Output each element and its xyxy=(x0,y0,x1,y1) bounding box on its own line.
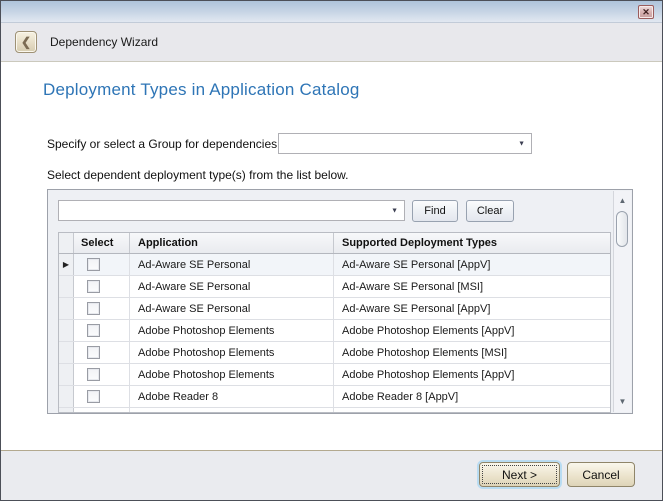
row-checkbox[interactable] xyxy=(87,302,100,315)
row-indicator-cell xyxy=(59,298,74,319)
wizard-content: Deployment Types in Application Catalog … xyxy=(1,62,662,450)
page-title: Deployment Types in Application Catalog xyxy=(43,80,360,100)
application-cell: Adobe Reader 8 xyxy=(130,386,334,407)
wizard-footer: Next > Cancel xyxy=(1,450,662,500)
column-header-deployment-types[interactable]: Supported Deployment Types xyxy=(334,233,610,253)
table-row[interactable]: AimKeys AimKeys [AppV] xyxy=(59,408,610,413)
list-instruction-label: Select dependent deployment type(s) from… xyxy=(47,168,349,182)
deployment-type-cell: Adobe Photoshop Elements [MSI] xyxy=(334,342,610,363)
deployment-type-cell: Adobe Reader 8 [AppV] xyxy=(334,386,610,407)
row-indicator-cell xyxy=(59,320,74,341)
row-checkbox[interactable] xyxy=(87,412,100,413)
deployment-type-cell: Adobe Photoshop Elements [AppV] xyxy=(334,320,610,341)
deployment-type-cell: Ad-Aware SE Personal [AppV] xyxy=(334,254,610,275)
row-indicator-cell: ▶ xyxy=(59,254,74,275)
cancel-button[interactable]: Cancel xyxy=(567,462,635,487)
deployment-type-cell: AimKeys [AppV] xyxy=(334,408,610,413)
row-indicator-cell xyxy=(59,364,74,385)
column-header-application[interactable]: Application xyxy=(130,233,334,253)
dependency-wizard-window: ✕ ❮ Dependency Wizard Deployment Types i… xyxy=(0,0,663,501)
application-cell: Adobe Photoshop Elements xyxy=(130,364,334,385)
table-row[interactable]: Adobe Photoshop Elements Adobe Photoshop… xyxy=(59,342,610,364)
grid-rows: ▶ Ad-Aware SE Personal Ad-Aware SE Perso… xyxy=(59,254,610,413)
row-checkbox[interactable] xyxy=(87,368,100,381)
row-checkbox[interactable] xyxy=(87,258,100,271)
back-arrow-icon: ❮ xyxy=(21,36,31,48)
wizard-title: Dependency Wizard xyxy=(50,35,158,49)
back-button[interactable]: ❮ xyxy=(15,31,37,53)
application-cell: Ad-Aware SE Personal xyxy=(130,276,334,297)
titlebar: ✕ xyxy=(1,1,662,23)
application-cell: Ad-Aware SE Personal xyxy=(130,254,334,275)
current-row-icon: ▶ xyxy=(63,261,69,269)
application-cell: Ad-Aware SE Personal xyxy=(130,298,334,319)
select-cell xyxy=(74,276,130,297)
row-checkbox[interactable] xyxy=(87,346,100,359)
scrollbar-thumb[interactable] xyxy=(616,211,628,247)
row-indicator-cell xyxy=(59,342,74,363)
vertical-scrollbar[interactable]: ▲ ▼ xyxy=(613,191,631,412)
select-cell xyxy=(74,342,130,363)
row-checkbox[interactable] xyxy=(87,324,100,337)
row-indicator-cell xyxy=(59,408,74,413)
find-button[interactable]: Find xyxy=(412,200,458,222)
dropdown-arrow-icon[interactable]: ▼ xyxy=(391,207,398,214)
deployment-list-panel: ▼ Find Clear Select Application Supporte… xyxy=(47,189,633,414)
table-row[interactable]: Ad-Aware SE Personal Ad-Aware SE Persona… xyxy=(59,298,610,320)
deployment-type-cell: Ad-Aware SE Personal [AppV] xyxy=(334,298,610,319)
application-cell: Adobe Photoshop Elements xyxy=(130,320,334,341)
table-row[interactable]: ▶ Ad-Aware SE Personal Ad-Aware SE Perso… xyxy=(59,254,610,276)
table-row[interactable]: Ad-Aware SE Personal Ad-Aware SE Persona… xyxy=(59,276,610,298)
deployment-type-cell: Ad-Aware SE Personal [MSI] xyxy=(334,276,610,297)
wizard-header: ❮ Dependency Wizard xyxy=(1,23,662,62)
select-cell xyxy=(74,364,130,385)
close-button[interactable]: ✕ xyxy=(638,5,654,19)
select-cell xyxy=(74,320,130,341)
row-checkbox[interactable] xyxy=(87,390,100,403)
row-indicator-cell xyxy=(59,386,74,407)
table-row[interactable]: Adobe Photoshop Elements Adobe Photoshop… xyxy=(59,364,610,386)
application-cell: AimKeys xyxy=(130,408,334,413)
deployment-grid: Select Application Supported Deployment … xyxy=(58,232,611,413)
select-cell xyxy=(74,298,130,319)
select-cell xyxy=(74,254,130,275)
close-icon: ✕ xyxy=(642,8,650,17)
group-combobox[interactable]: ▼ xyxy=(278,133,532,154)
row-indicator-cell xyxy=(59,276,74,297)
dropdown-arrow-icon[interactable]: ▼ xyxy=(518,140,525,147)
row-checkbox[interactable] xyxy=(87,280,100,293)
select-cell xyxy=(74,386,130,407)
filter-combobox[interactable]: ▼ xyxy=(58,200,405,221)
scroll-down-icon[interactable]: ▼ xyxy=(614,398,631,406)
row-indicator-header xyxy=(59,233,74,253)
next-button[interactable]: Next > xyxy=(479,462,560,487)
table-row[interactable]: Adobe Photoshop Elements Adobe Photoshop… xyxy=(59,320,610,342)
clear-button[interactable]: Clear xyxy=(466,200,514,222)
scroll-up-icon[interactable]: ▲ xyxy=(614,197,631,205)
group-label: Specify or select a Group for dependenci… xyxy=(47,137,277,151)
application-cell: Adobe Photoshop Elements xyxy=(130,342,334,363)
deployment-type-cell: Adobe Photoshop Elements [AppV] xyxy=(334,364,610,385)
table-row[interactable]: Adobe Reader 8 Adobe Reader 8 [AppV] xyxy=(59,386,610,408)
column-header-select[interactable]: Select xyxy=(74,233,130,253)
grid-header: Select Application Supported Deployment … xyxy=(59,233,610,254)
select-cell xyxy=(74,408,130,413)
